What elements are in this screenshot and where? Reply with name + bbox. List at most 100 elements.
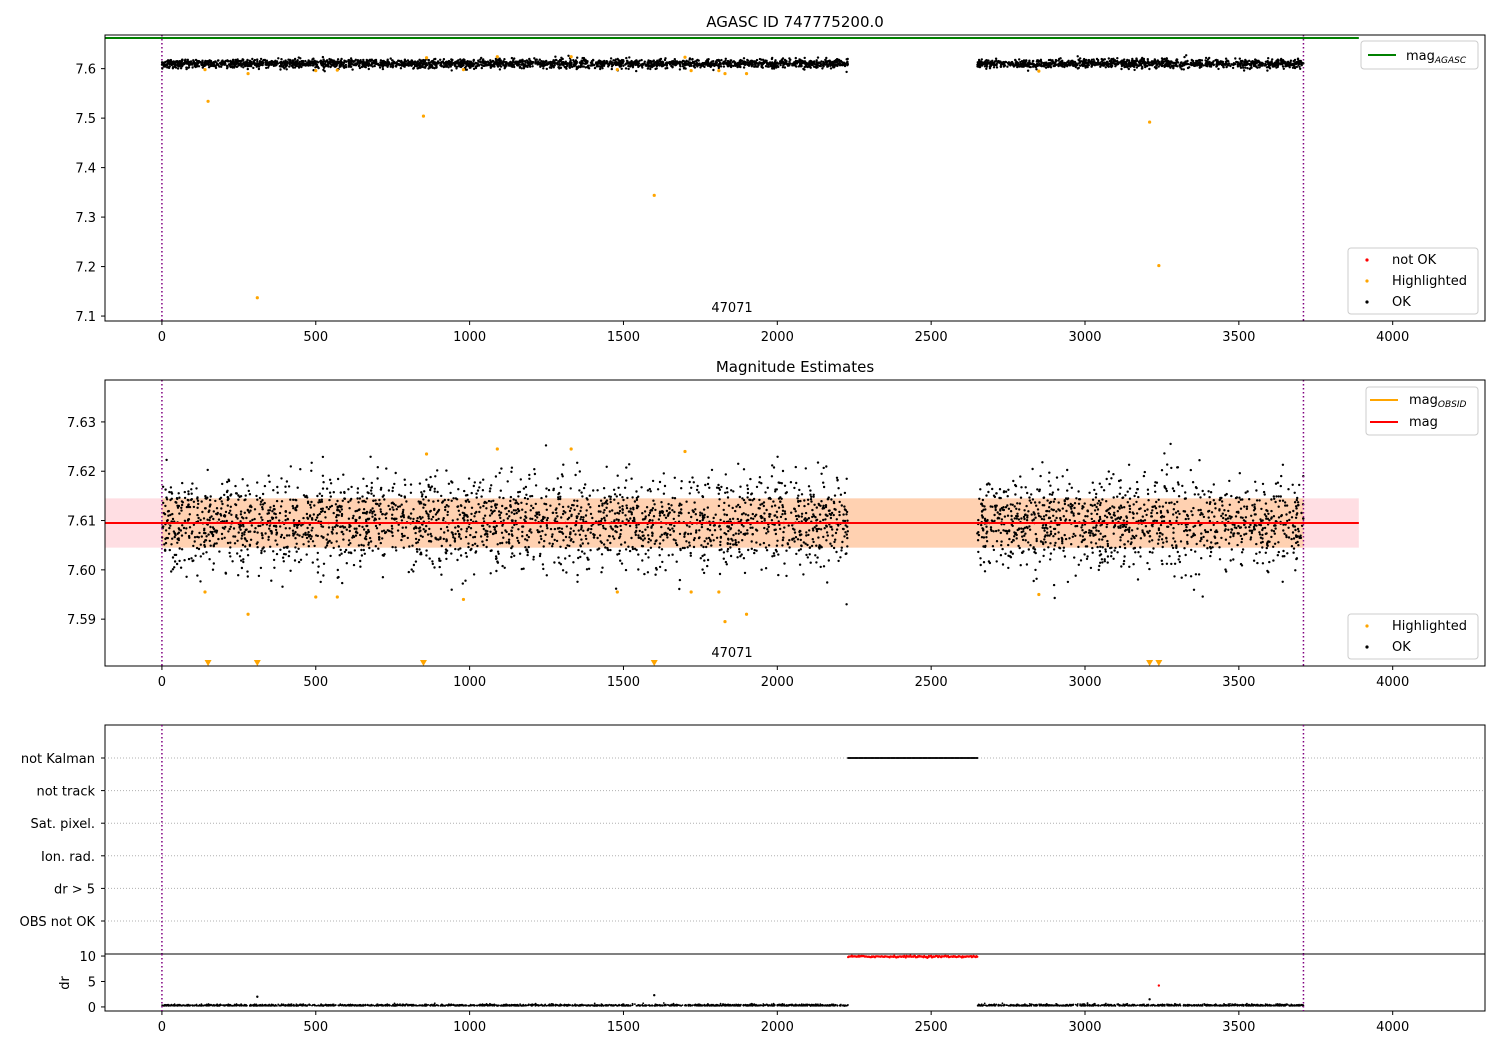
ok-point (390, 524, 394, 528)
ok-point (546, 516, 549, 520)
ok-point (344, 60, 348, 63)
ok-point (177, 61, 180, 64)
ok-point (206, 468, 209, 472)
ok-point (839, 556, 842, 559)
ok-point (697, 62, 701, 65)
ok-point (534, 58, 537, 62)
ok-point (658, 565, 662, 569)
ok-point (1165, 61, 1169, 64)
ok-point (408, 545, 411, 548)
ok-point (680, 487, 683, 490)
ok-point (432, 500, 435, 503)
ok-point (1222, 65, 1225, 69)
ok-point (816, 56, 820, 59)
ok-point (712, 516, 715, 520)
panel1-y-axis: 7.17.27.37.47.57.6 (75, 63, 105, 325)
ok-point (513, 512, 516, 516)
ok-point (1242, 69, 1246, 72)
ok-point (496, 560, 499, 563)
ok-point (473, 515, 476, 518)
ok-point (846, 60, 849, 63)
ok-point (698, 529, 701, 532)
ok-point (709, 539, 712, 543)
ok-point (270, 59, 273, 63)
ok-point (790, 511, 793, 514)
ok-point (695, 59, 698, 63)
ok-point (225, 519, 228, 523)
ok-point (631, 63, 635, 66)
ok-point (280, 500, 284, 503)
highlighted-point (652, 193, 656, 197)
ok-point (305, 62, 308, 66)
ok-point (781, 538, 785, 542)
ok-point (333, 65, 336, 68)
ok-point (285, 64, 289, 67)
ok-point (377, 532, 380, 535)
ok-point (445, 469, 448, 472)
ok-point (365, 510, 369, 514)
ok-point (542, 60, 545, 63)
ok-point (1225, 65, 1228, 69)
ok-point (279, 68, 282, 71)
x-tick-label: 1000 (453, 330, 486, 345)
ok-point (641, 539, 645, 542)
ok-point (643, 537, 646, 540)
ok-point (685, 59, 688, 62)
ok-point (400, 538, 403, 542)
ok-point (1097, 62, 1100, 65)
ok-point (427, 499, 430, 502)
ok-point (369, 455, 372, 458)
ok-point (679, 511, 682, 514)
ok-point (611, 509, 614, 512)
ok-point (1104, 66, 1108, 69)
ok-point (672, 538, 675, 541)
ok-point (755, 529, 759, 532)
ok-point (1047, 58, 1051, 62)
ok-point (1029, 65, 1032, 69)
ok-point (582, 529, 585, 532)
ok-point (1124, 62, 1128, 65)
ok-point (452, 536, 455, 539)
ok-point (760, 568, 763, 571)
ok-point (1107, 65, 1110, 69)
ok-point (218, 61, 222, 65)
ok-point (240, 559, 243, 562)
ok-point (816, 63, 819, 67)
ok-point (227, 478, 230, 481)
ok-point (637, 495, 640, 498)
ok-point (692, 481, 695, 484)
ok-point (543, 539, 546, 543)
ok-point (352, 563, 356, 567)
ok-point (536, 516, 539, 519)
ok-point (672, 60, 675, 63)
ok-point (364, 66, 367, 69)
ok-point (524, 485, 528, 489)
ok-point (352, 60, 355, 64)
ok-point (734, 63, 737, 66)
ok-point (327, 526, 331, 529)
ok-point (478, 510, 481, 514)
ok-point (254, 527, 257, 530)
ok-point (1176, 65, 1179, 68)
ok-point (393, 482, 396, 486)
ok-point (774, 59, 777, 62)
ok-point (747, 64, 751, 68)
ok-point (257, 67, 261, 71)
ok-point (525, 516, 528, 519)
ok-point (581, 60, 584, 63)
ok-point (694, 508, 697, 511)
ok-point (715, 536, 719, 539)
ok-point (556, 477, 559, 480)
ok-point (746, 487, 750, 491)
ok-point (384, 62, 388, 65)
ok-point (598, 534, 602, 537)
ok-point (732, 490, 735, 493)
ok-point (1051, 59, 1054, 62)
ok-point (1196, 62, 1199, 66)
ok-point (819, 64, 822, 68)
ok-point (567, 54, 570, 57)
ok-point (1157, 65, 1160, 68)
ok-point (524, 546, 527, 549)
ok-point (826, 65, 829, 68)
ok-point (807, 502, 810, 506)
